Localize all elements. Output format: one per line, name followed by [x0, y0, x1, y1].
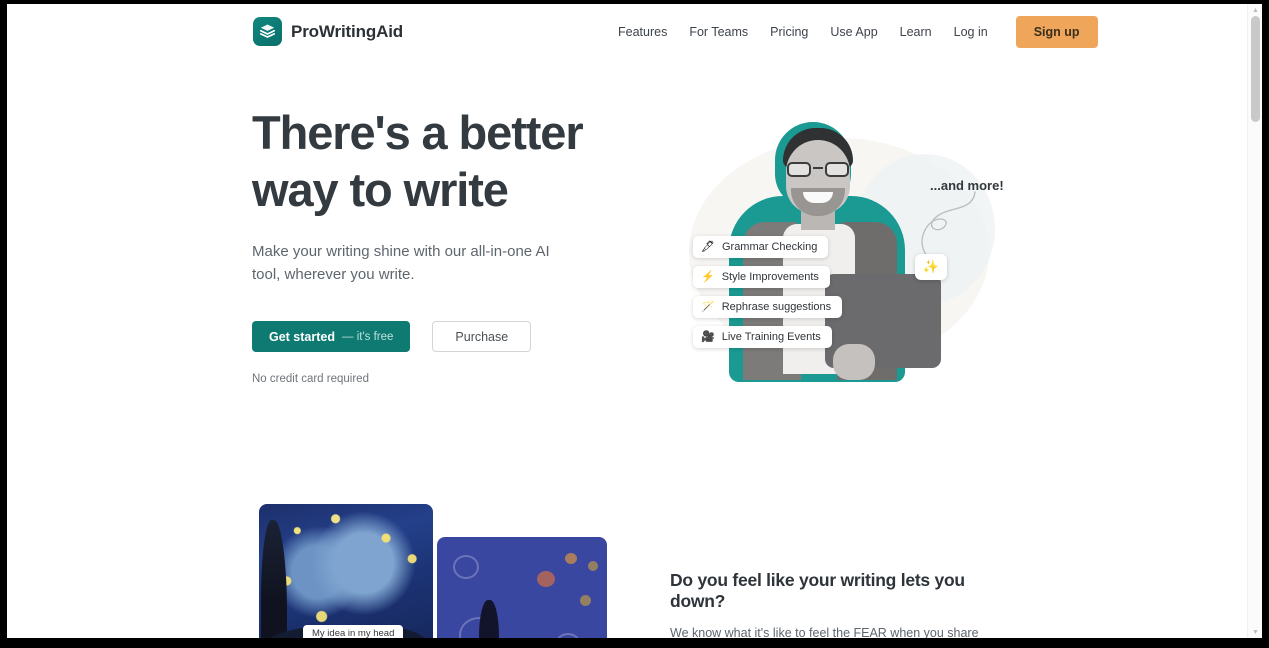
- scroll-down-arrow-icon[interactable]: ▼: [1248, 626, 1262, 638]
- hero-subtitle: Make your writing shine with our all-in-…: [252, 243, 550, 283]
- get-started-label: Get started: [269, 329, 335, 344]
- flat-version-card: [437, 537, 607, 638]
- nav-features[interactable]: Features: [607, 19, 678, 45]
- sparkle-badge: ✨: [915, 254, 947, 280]
- section-body: We know what it's like to feel the FEAR …: [670, 626, 979, 638]
- feature-chip-live-training-events: 🎥 Live Training Events: [693, 326, 832, 348]
- nav-log-in[interactable]: Log in: [943, 19, 999, 45]
- feature-chip-grammar-checking: 🖋 Grammar Checking: [693, 236, 829, 258]
- site-header: ProWritingAid Features For Teams Pricing…: [7, 4, 1247, 60]
- swirl-shape: [453, 555, 479, 579]
- glasses-icon: [787, 162, 849, 177]
- page-title: There's a better way to write: [252, 106, 584, 216]
- get-started-button[interactable]: Get started — it's free: [252, 321, 411, 352]
- nav-use-app[interactable]: Use App: [819, 19, 888, 45]
- feature-chip-label: Grammar Checking: [721, 241, 818, 253]
- nav-pricing[interactable]: Pricing: [759, 19, 819, 45]
- feature-chip-label: Live Training Events: [721, 331, 821, 343]
- page-scrollbar[interactable]: ▲ ▼: [1247, 4, 1262, 638]
- purchase-button[interactable]: Purchase: [432, 321, 532, 352]
- feature-chip-label: Style Improvements: [721, 271, 819, 283]
- feature-chip-rephrase-suggestions: 🪄 Rephrase suggestions: [693, 296, 843, 318]
- feature-chip-label: Rephrase suggestions: [721, 301, 832, 313]
- fountain-pen-icon: 🖋: [701, 240, 715, 253]
- swirl-shape: [555, 633, 581, 638]
- lightning-bolt-icon: ⚡: [701, 270, 715, 283]
- dot-shape: [537, 571, 555, 587]
- hero-cta-group: Get started — it's free Purchase: [252, 321, 652, 352]
- get-started-note: — it's free: [342, 330, 394, 343]
- idea-caption-pill: My idea in my head: [303, 625, 404, 638]
- magic-wand-icon: 🪄: [701, 300, 715, 313]
- webpage: ProWritingAid Features For Teams Pricing…: [7, 4, 1255, 638]
- no-credit-card-note: No credit card required: [252, 373, 369, 385]
- dot-shape: [565, 553, 577, 564]
- feature-chip-style-improvements: ⚡ Style Improvements: [693, 266, 830, 288]
- hero-copy: There's a better way to write Make your …: [252, 104, 652, 352]
- nav-for-teams[interactable]: For Teams: [678, 19, 759, 45]
- sparkles-icon: ✨: [922, 259, 940, 274]
- nav-learn[interactable]: Learn: [889, 19, 943, 45]
- cypress-tree: [261, 520, 287, 638]
- section-title: Do you feel like your writing lets you d…: [670, 570, 965, 611]
- lower-section-copy: Do you feel like your writing lets you d…: [670, 570, 1015, 638]
- main-navigation: Features For Teams Pricing Use App Learn…: [607, 4, 1098, 60]
- starry-night-card: My idea in my head: [259, 504, 433, 638]
- dot-shape: [588, 561, 598, 571]
- feature-chip-list: 🖋 Grammar Checking ⚡ Style Improvements …: [693, 236, 843, 348]
- dot-shape: [580, 595, 591, 606]
- flat-cypress-tree: [479, 600, 499, 638]
- prowritingaid-book-logo-icon: [253, 17, 282, 46]
- brand-logo[interactable]: ProWritingAid: [253, 17, 403, 46]
- hero-illustration: 🖋 Grammar Checking ⚡ Style Improvements …: [675, 112, 1015, 392]
- brand-name: ProWritingAid: [291, 21, 404, 41]
- scrollbar-thumb[interactable]: [1251, 16, 1260, 122]
- browser-viewport: ProWritingAid Features For Teams Pricing…: [7, 4, 1262, 638]
- movie-camera-icon: 🎥: [701, 330, 715, 343]
- scroll-up-arrow-icon[interactable]: ▲: [1248, 4, 1262, 16]
- sign-up-button[interactable]: Sign up: [1015, 16, 1098, 48]
